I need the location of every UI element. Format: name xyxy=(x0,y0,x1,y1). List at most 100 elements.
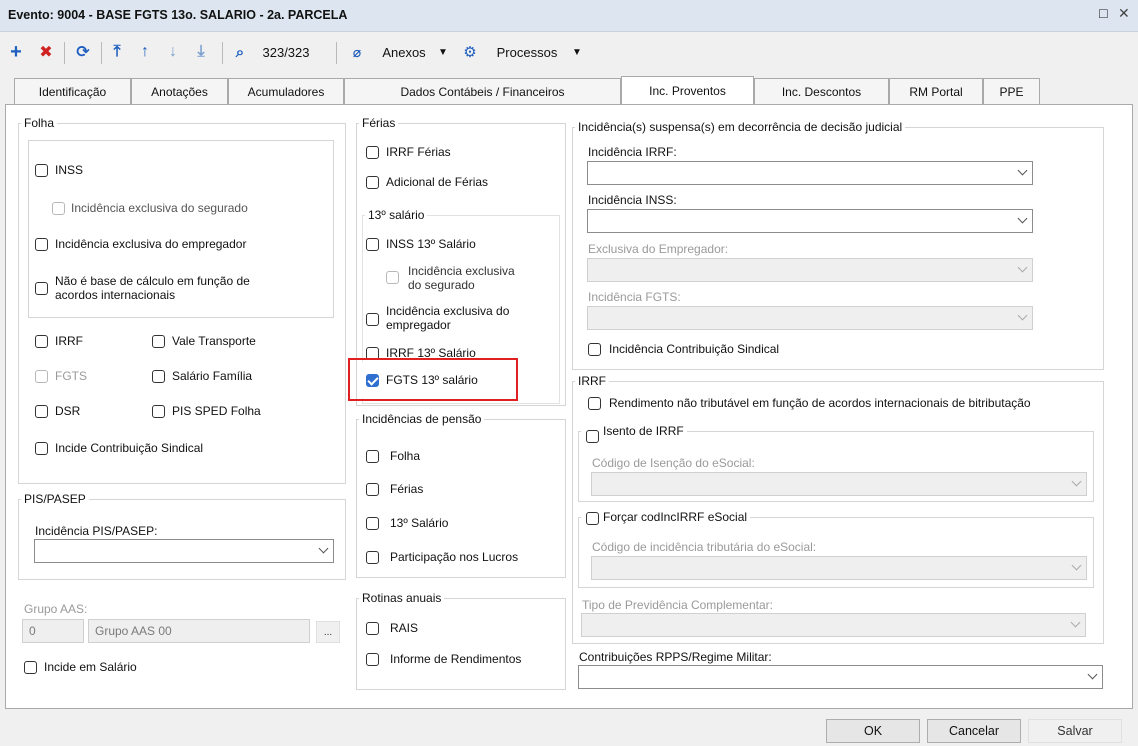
codigo-isencao-select[interactable] xyxy=(591,472,1087,496)
rais-label: RAIS xyxy=(390,621,419,635)
chevron-down-icon xyxy=(1017,165,1028,176)
tab-inc-descontos[interactable]: Inc. Descontos xyxy=(754,78,889,104)
dsr-checkbox[interactable] xyxy=(35,405,48,418)
pensao-folha-label: Folha xyxy=(390,449,421,463)
processos-menu[interactable]: Processos xyxy=(484,40,570,64)
ok-button[interactable]: OK xyxy=(826,719,920,743)
incidencia-fgts-label: Incidência FGTS: xyxy=(588,290,681,304)
inss-excl-segurado-checkbox[interactable] xyxy=(52,202,65,215)
contrib-sindical-checkbox[interactable] xyxy=(35,442,48,455)
grupo-aas-code[interactable]: 0 xyxy=(22,619,84,643)
incidencia-irrf-select[interactable] xyxy=(587,161,1033,185)
irrf-ferias-checkbox[interactable] xyxy=(366,146,379,159)
rpps-select[interactable] xyxy=(578,665,1103,689)
chevron-down-icon xyxy=(1071,560,1082,571)
irrf-label: IRRF xyxy=(55,334,83,348)
grupo-aas-name[interactable]: Grupo AAS 00 xyxy=(88,619,310,643)
rpps-label: Contribuições RPPS/Regime Militar: xyxy=(579,650,772,664)
pis-select[interactable] xyxy=(34,539,334,563)
fgts-checkbox[interactable] xyxy=(35,370,48,383)
pis-sped-checkbox[interactable] xyxy=(152,405,165,418)
decimo-excl-segurado-label-2: do segurado xyxy=(408,278,475,292)
tab-identificacao[interactable]: Identificação xyxy=(14,78,131,104)
tab-dados-contabeis[interactable]: Dados Contábeis / Financeiros xyxy=(344,78,621,104)
pensao-lucros-label: Participação nos Lucros xyxy=(390,550,519,564)
pensao-folha-checkbox[interactable] xyxy=(366,450,379,463)
forcar-checkbox[interactable] xyxy=(586,512,599,525)
anexos-menu[interactable]: Anexos xyxy=(374,40,434,64)
vale-transporte-checkbox[interactable] xyxy=(152,335,165,348)
close-icon[interactable]: ✕ xyxy=(1118,5,1130,22)
pensao-13-checkbox[interactable] xyxy=(366,517,379,530)
delete-icon[interactable]: ✖ xyxy=(36,40,56,64)
rendimento-label: Rendimento não tributável em função de a… xyxy=(609,396,1031,410)
rotinas-legend: Rotinas anuais xyxy=(362,591,442,605)
decimo-excl-segurado-checkbox[interactable] xyxy=(386,271,399,284)
add-icon[interactable]: + xyxy=(6,40,26,64)
pensao-ferias-checkbox[interactable] xyxy=(366,483,379,496)
chevron-down-icon xyxy=(1017,213,1028,224)
incidencia-fgts-select[interactable] xyxy=(587,306,1033,330)
chevron-down-icon xyxy=(1087,669,1098,680)
salario-familia-checkbox[interactable] xyxy=(152,370,165,383)
nao-base-label-1: Não é base de cálculo em função de xyxy=(55,274,250,288)
tab-strip: Identificação Anotações Acumuladores Dad… xyxy=(0,76,1138,105)
chevron-down-icon[interactable]: ▼ xyxy=(436,40,450,64)
nao-base-checkbox[interactable] xyxy=(35,282,48,295)
next-record-icon[interactable]: ↓ xyxy=(164,40,182,64)
adicional-ferias-checkbox[interactable] xyxy=(366,176,379,189)
dsr-label: DSR xyxy=(55,404,81,418)
nao-base-label-2: acordos internacionais xyxy=(55,288,176,302)
tab-inc-proventos[interactable]: Inc. Proventos xyxy=(621,76,754,104)
first-record-icon[interactable]: ⤒ xyxy=(108,40,126,64)
incidencia-inss-select[interactable] xyxy=(587,209,1033,233)
incidencia-irrf-label: Incidência IRRF: xyxy=(588,145,677,159)
isento-checkbox[interactable] xyxy=(586,430,599,443)
informe-label: Informe de Rendimentos xyxy=(390,652,522,666)
exclusiva-empregador-label: Exclusiva do Empregador: xyxy=(588,242,729,256)
window-title: Evento: 9004 - BASE FGTS 13o. SALARIO - … xyxy=(8,8,348,22)
irrf-checkbox[interactable] xyxy=(35,335,48,348)
refresh-icon[interactable]: ⟳ xyxy=(72,40,94,64)
grupo-aas-label: Grupo AAS: xyxy=(24,602,88,616)
previdencia-select[interactable] xyxy=(581,613,1086,637)
decimo-excl-empregador-label-2: empregador xyxy=(386,318,451,332)
rais-checkbox[interactable] xyxy=(366,622,379,635)
decimo-excl-empregador-checkbox[interactable] xyxy=(366,313,379,326)
inss-checkbox[interactable] xyxy=(35,164,48,177)
cancel-button[interactable]: Cancelar xyxy=(927,719,1021,743)
save-button[interactable]: Salvar xyxy=(1028,719,1122,743)
exclusiva-empregador-select[interactable] xyxy=(587,258,1033,282)
inss-13-checkbox[interactable] xyxy=(366,238,379,251)
judicial-contrib-sindical-checkbox[interactable] xyxy=(588,343,601,356)
chevron-down-icon xyxy=(1017,310,1028,321)
tab-anotacoes[interactable]: Anotações xyxy=(131,78,228,104)
chevron-down-icon xyxy=(1070,617,1081,628)
tab-rm-portal[interactable]: RM Portal xyxy=(889,78,983,104)
pis-legend: PIS/PASEP xyxy=(24,492,86,506)
pis-sped-label: PIS SPED Folha xyxy=(172,404,261,418)
pensao-lucros-checkbox[interactable] xyxy=(366,551,379,564)
rendimento-checkbox[interactable] xyxy=(588,397,601,410)
chevron-down-icon[interactable]: ▼ xyxy=(570,40,584,64)
incide-salario-checkbox[interactable] xyxy=(24,661,37,674)
tab-acumuladores[interactable]: Acumuladores xyxy=(228,78,344,104)
inss-excl-empregador-checkbox[interactable] xyxy=(35,238,48,251)
tab-ppe[interactable]: PPE xyxy=(983,78,1040,104)
search-icon[interactable]: ⌕ xyxy=(230,40,250,64)
vale-transporte-label: Vale Transporte xyxy=(172,334,256,348)
maximize-icon[interactable]: ☐ xyxy=(1098,7,1112,21)
irrf-legend: IRRF xyxy=(578,374,606,388)
pensao-legend: Incidências de pensão xyxy=(362,412,482,426)
codigo-incidencia-select[interactable] xyxy=(591,556,1087,580)
forcar-legend: Forçar codIncIRRF eSocial xyxy=(603,510,748,524)
previous-record-icon[interactable]: ↑ xyxy=(136,40,154,64)
inss-13-label: INSS 13º Salário xyxy=(386,237,476,251)
informe-checkbox[interactable] xyxy=(366,653,379,666)
last-record-icon[interactable]: ⤓ xyxy=(192,40,210,64)
codigo-incidencia-label: Código de incidência tributária do eSoci… xyxy=(592,540,817,554)
decimo-legend: 13º salário xyxy=(368,208,425,222)
grupo-aas-lookup-button[interactable]: ... xyxy=(316,621,340,643)
inss-excl-segurado-label: Incidência exclusiva do segurado xyxy=(71,201,248,215)
chevron-down-icon xyxy=(1017,262,1028,273)
